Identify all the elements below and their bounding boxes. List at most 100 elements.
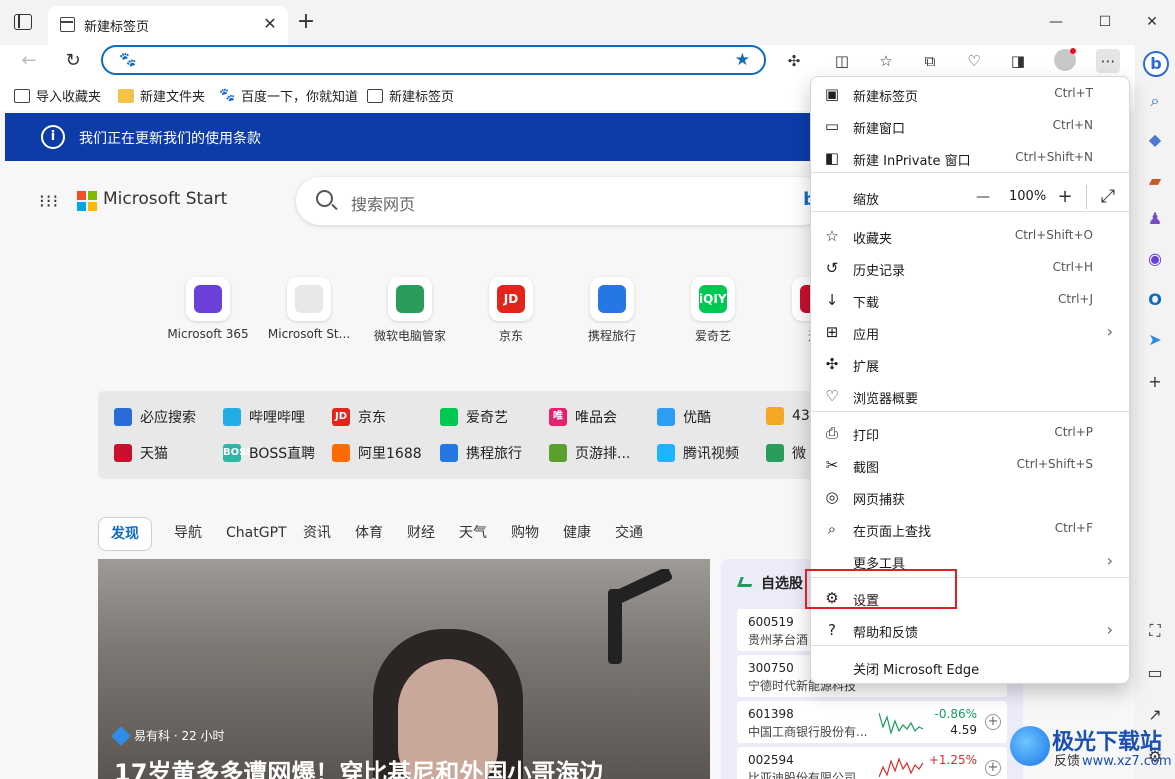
tab-new-tab[interactable]: 新建标签页 ✕ — [48, 6, 288, 45]
site-logo-icon — [223, 408, 241, 426]
quick-link-tile[interactable]: Microsoft 365 — [163, 277, 253, 341]
close-window-icon[interactable]: ✕ — [1140, 10, 1164, 34]
feed-tab[interactable]: 发现 — [98, 517, 152, 551]
quick-link-icon-tile: JD — [489, 277, 533, 321]
bookmark-new-tab[interactable]: 新建标签页 — [367, 86, 454, 105]
menu-item-browser-essentials[interactable]: ♡ 浏览器概要 — [811, 380, 1129, 412]
copilot-icon[interactable]: b — [1143, 51, 1169, 77]
menu-item-print[interactable]: ⎙ 打印 Ctrl+P — [811, 417, 1129, 449]
feedback-link[interactable]: 反馈 — [1054, 750, 1080, 769]
feed-tab[interactable]: 购物 — [511, 517, 539, 551]
stock-row[interactable]: 601398 中国工商银行股份有... -0.86% 4.59 + — [737, 701, 1007, 743]
new-window-icon: ▭ — [824, 117, 840, 135]
more-options-icon[interactable]: ⋯ — [1096, 49, 1120, 73]
extensions-puzzle-icon[interactable]: ✣ — [782, 49, 806, 73]
site-link[interactable]: BOSS BOSS直聘 — [223, 443, 315, 463]
menu-item-label: 新建窗口 — [853, 122, 906, 137]
hero-news-card[interactable]: 易有科 · 22 小时 17岁黄多多遭网爆！穿比基尼和外国小哥海边 — [98, 559, 710, 779]
site-link[interactable]: 爱奇艺 — [440, 407, 508, 427]
bookmark-import[interactable]: 导入收藏夹 — [14, 86, 101, 105]
add-to-watchlist-icon[interactable]: + — [985, 714, 1001, 730]
site-link[interactable]: JD 京东 — [332, 407, 386, 427]
feed-tab[interactable]: 导航 — [174, 517, 202, 551]
site-link[interactable]: 阿里1688 — [332, 443, 422, 463]
shopping-tag-icon[interactable]: ◆ — [1143, 128, 1167, 152]
refresh-icon[interactable]: ↻ — [61, 49, 85, 73]
feed-tab[interactable]: ChatGPT — [226, 517, 287, 551]
maximize-icon[interactable]: ☐ — [1093, 10, 1117, 34]
menu-item-label: 收藏夹 — [853, 232, 893, 247]
zoom-in-button[interactable]: + — [1053, 185, 1077, 209]
news-headline[interactable]: 17岁黄多多遭网爆！穿比基尼和外国小哥海边 — [114, 753, 603, 779]
add-plus-icon[interactable]: + — [1143, 370, 1167, 394]
site-link[interactable]: 优酷 — [657, 407, 711, 427]
bookmark-new-folder[interactable]: 新建文件夹 — [118, 86, 205, 105]
zoom-out-button[interactable]: — — [971, 185, 995, 209]
menu-item-new-window[interactable]: ▭ 新建窗口 Ctrl+N — [811, 110, 1129, 142]
menu-item-screenshot[interactable]: ✂ 截图 Ctrl+Shift+S — [811, 449, 1129, 481]
tab-actions-icon[interactable] — [14, 14, 32, 30]
feed-tab[interactable]: 交通 — [615, 517, 643, 551]
fullscreen-icon[interactable]: ⤢ — [1096, 185, 1120, 209]
games-icon[interactable]: ♟ — [1143, 207, 1167, 231]
feed-tab[interactable]: 体育 — [355, 517, 383, 551]
microsoft365-icon[interactable]: ◉ — [1143, 247, 1167, 271]
site-link[interactable]: 哔哩哔哩 — [223, 407, 305, 427]
collections-icon[interactable]: ⧉ — [918, 49, 942, 73]
source-label: 易有科 · 22 小时 — [134, 729, 225, 743]
menu-item-download[interactable]: ↓ 下载 Ctrl+J — [811, 284, 1129, 316]
feed-tab[interactable]: 财经 — [407, 517, 435, 551]
menu-item-favorites[interactable]: ☆ 收藏夹 Ctrl+Shift+O — [811, 220, 1129, 252]
menu-item-web-capture[interactable]: ◎ 网页捕获 — [811, 481, 1129, 513]
minimize-icon[interactable]: — — [1044, 10, 1068, 34]
site-link[interactable]: 腾讯视频 — [657, 443, 739, 463]
quick-link-tile[interactable]: 微软电脑管家 — [365, 277, 455, 344]
feed-tab[interactable]: 资讯 — [303, 517, 331, 551]
back-arrow-icon[interactable]: ← — [17, 49, 41, 73]
address-bar[interactable]: 🐾 ★ — [101, 45, 766, 75]
site-link[interactable]: 天猫 — [114, 443, 168, 463]
close-tab-icon[interactable]: ✕ — [260, 14, 280, 34]
menu-item-history[interactable]: ↺ 历史记录 Ctrl+H — [811, 252, 1129, 284]
menu-item-inprivate[interactable]: ◧ 新建 InPrivate 窗口 Ctrl+Shift+N — [811, 142, 1129, 174]
sidebar-toggle-icon[interactable]: ◨ — [1006, 49, 1030, 73]
site-link[interactable]: 微 — [766, 443, 806, 463]
terms-update-banner[interactable]: i 我们正在更新我们的使用条款 — [5, 113, 815, 161]
menu-item-close-edge[interactable]: 关闭 Microsoft Edge — [811, 651, 1129, 683]
site-link[interactable]: 唯唯品会 — [549, 407, 617, 427]
menu-item-apps[interactable]: ⊞ 应用 › — [811, 316, 1129, 348]
quick-link-tile[interactable]: JD 京东 — [466, 277, 556, 344]
screenshot-icon[interactable]: ⛶ — [1143, 619, 1167, 643]
feed-tab[interactable]: 天气 — [459, 517, 487, 551]
add-to-watchlist-icon[interactable]: + — [985, 760, 1001, 776]
site-link[interactable]: 43 — [766, 407, 810, 425]
split-screen-icon[interactable]: ◫ — [830, 49, 854, 73]
new-tab-plus-icon[interactable]: + — [296, 11, 316, 33]
site-link[interactable]: 必应搜索 — [114, 407, 196, 427]
sidebar-layout-icon[interactable]: ▭ — [1143, 661, 1167, 685]
menu-item-help[interactable]: ? 帮助和反馈 › — [811, 614, 1129, 646]
web-search-box[interactable]: 搜索网页 b — [296, 177, 826, 225]
site-link[interactable]: 携程旅行 — [440, 443, 522, 463]
send-icon[interactable]: ➤ — [1143, 328, 1167, 352]
tools-briefcase-icon[interactable]: ▰ — [1143, 169, 1167, 193]
stock-row[interactable]: 002594 比亚迪股份有限公司 +1.25% + — [737, 747, 1007, 779]
stock-code: 002594 — [748, 753, 794, 767]
favorites-list-icon[interactable]: ☆ — [874, 49, 898, 73]
outlook-icon[interactable]: O — [1143, 288, 1167, 312]
bookmark-baidu[interactable]: 🐾 百度一下，你就知道 — [219, 86, 358, 105]
menu-item-find[interactable]: ⌕ 在页面上查找 Ctrl+F — [811, 513, 1129, 545]
feed-tab[interactable]: 健康 — [563, 517, 591, 551]
quick-link-tile[interactable]: iQIYI 爱奇艺 — [668, 277, 758, 344]
menu-item-label: 应用 — [853, 328, 880, 343]
app-launcher-icon[interactable]: ⁝⁝⁝ — [39, 191, 59, 212]
site-link[interactable]: 页游排... — [549, 443, 630, 463]
apps-icon: ⊞ — [825, 323, 839, 341]
browser-health-icon[interactable]: ♡ — [962, 49, 986, 73]
favorite-star-icon[interactable]: ★ — [735, 50, 750, 70]
quick-link-tile[interactable]: Microsoft St... — [264, 277, 354, 341]
menu-item-extensions[interactable]: ✣ 扩展 — [811, 348, 1129, 380]
menu-item-new-tab[interactable]: ▣ 新建标签页 Ctrl+T — [811, 78, 1129, 110]
search-icon[interactable]: ⌕ — [1143, 89, 1167, 113]
quick-link-tile[interactable]: 携程旅行 — [567, 277, 657, 344]
